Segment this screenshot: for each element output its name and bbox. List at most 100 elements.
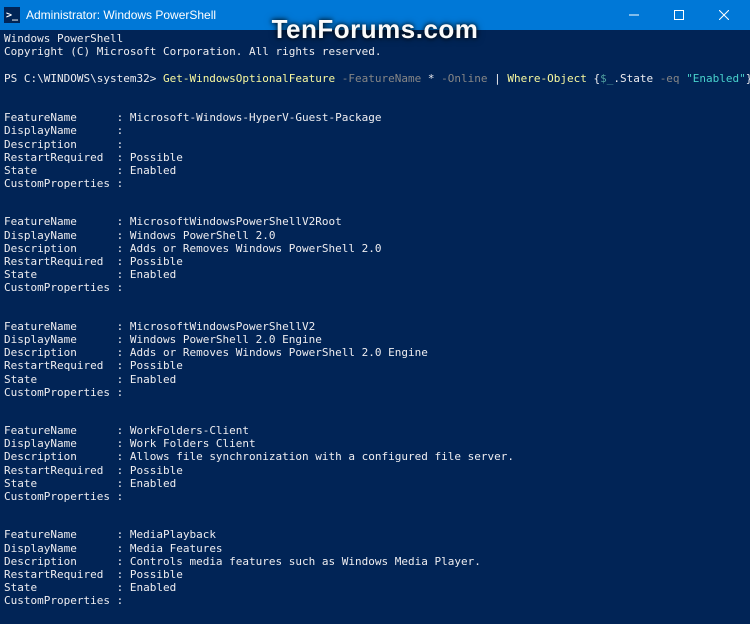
output-row: State : Enabled [4,477,746,490]
field-value: Microsoft-Windows-HyperV-Guest-Package [130,111,382,124]
output-row: DisplayName : Windows PowerShell 2.0 Eng… [4,333,746,346]
maximize-icon [674,10,684,20]
field-label: CustomProperties : [4,490,130,503]
output-row: Description : Adds or Removes Windows Po… [4,242,746,255]
field-label: State : [4,373,130,386]
output-row: CustomProperties : [4,490,746,503]
header-line: Copyright (C) Microsoft Corporation. All… [4,45,746,58]
output-row: FeatureName : MicrosoftWindowsPowerShell… [4,320,746,333]
variable: $_ [600,72,613,85]
field-value: MicrosoftWindowsPowerShellV2Root [130,215,342,228]
window-titlebar[interactable]: >_ Administrator: Windows PowerShell [0,0,750,30]
operator: -eq [660,72,687,85]
field-label: State : [4,268,130,281]
close-icon [719,10,729,20]
output-row: Description : Allows file synchronizatio… [4,450,746,463]
property: .State [613,72,659,85]
field-value: Possible [130,568,183,581]
field-value: Windows PowerShell 2.0 Engine [130,333,322,346]
close-button[interactable] [701,0,746,30]
field-label: FeatureName : [4,424,130,437]
maximize-button[interactable] [656,0,701,30]
field-value: Possible [130,151,183,164]
field-label: FeatureName : [4,215,130,228]
field-label: Description : [4,555,130,568]
output-row: CustomProperties : [4,386,746,399]
cmdlet-name: Where-Object [507,72,586,85]
field-value: Possible [130,255,183,268]
field-label: Description : [4,138,130,151]
field-value: Allows file synchronization with a confi… [130,450,514,463]
field-value: Adds or Removes Windows PowerShell 2.0 [130,242,382,255]
output-row: DisplayName : Media Features [4,542,746,555]
pipe: | [487,72,507,85]
field-label: RestartRequired : [4,151,130,164]
cmdlet-name: Get-WindowsOptionalFeature [163,72,335,85]
header-text: Windows PowerShell [4,32,123,45]
output-row: State : Enabled [4,373,746,386]
prompt-path: PS C:\WINDOWS\system32> [4,72,163,85]
window-controls [611,0,746,30]
field-label: CustomProperties : [4,386,130,399]
param-name: -FeatureName [335,72,428,85]
field-label: FeatureName : [4,320,130,333]
output-row: Description : [4,138,746,151]
output-row: RestartRequired : Possible [4,255,746,268]
field-value: MediaPlayback [130,528,216,541]
output-row: Description : Controls media features su… [4,555,746,568]
field-value: Media Features [130,542,223,555]
field-label: CustomProperties : [4,177,130,190]
minimize-button[interactable] [611,0,656,30]
field-label: DisplayName : [4,229,130,242]
field-label: DisplayName : [4,333,130,346]
brace: { [587,72,600,85]
field-value: Adds or Removes Windows PowerShell 2.0 E… [130,346,428,359]
field-value: Controls media features such as Windows … [130,555,481,568]
field-label: RestartRequired : [4,464,130,477]
output-row: FeatureName : MediaPlayback [4,528,746,541]
copyright-text: Copyright (C) Microsoft Corporation. All… [4,45,382,58]
output-row: State : Enabled [4,581,746,594]
field-label: RestartRequired : [4,359,130,372]
output-row: FeatureName : MicrosoftWindowsPowerShell… [4,215,746,228]
output-row: DisplayName : [4,124,746,137]
feature-block: FeatureName : WorkFolders-ClientDisplayN… [4,424,746,503]
field-label: CustomProperties : [4,281,130,294]
field-value: Enabled [130,373,176,386]
field-value: Windows PowerShell 2.0 [130,229,276,242]
output-row: RestartRequired : Possible [4,359,746,372]
param-name: -Online [434,72,487,85]
field-label: Description : [4,346,130,359]
field-value: Enabled [130,477,176,490]
brace: } [746,72,750,85]
feature-block: FeatureName : MicrosoftWindowsPowerShell… [4,215,746,294]
header-line: Windows PowerShell [4,32,746,45]
output-row: State : Enabled [4,164,746,177]
field-value: MicrosoftWindowsPowerShellV2 [130,320,315,333]
feature-block: FeatureName : Microsoft-Windows-HyperV-G… [4,111,746,190]
output-row: State : Enabled [4,268,746,281]
output-row: FeatureName : WorkFolders-Client [4,424,746,437]
field-label: FeatureName : [4,111,130,124]
field-label: Description : [4,450,130,463]
field-value: Possible [130,464,183,477]
console-output[interactable]: Windows PowerShellCopyright (C) Microsof… [0,30,750,624]
output-row: RestartRequired : Possible [4,568,746,581]
feature-block: FeatureName : MediaPlaybackDisplayName :… [4,528,746,607]
output-row: DisplayName : Windows PowerShell 2.0 [4,229,746,242]
output-row: Description : Adds or Removes Windows Po… [4,346,746,359]
field-label: DisplayName : [4,542,130,555]
output-row: FeatureName : Microsoft-Windows-HyperV-G… [4,111,746,124]
string-literal: "Enabled" [686,72,746,85]
output-row: DisplayName : Work Folders Client [4,437,746,450]
field-label: State : [4,164,130,177]
field-value: Work Folders Client [130,437,256,450]
output-row: CustomProperties : [4,594,746,607]
field-value: Enabled [130,581,176,594]
minimize-icon [629,10,639,20]
field-label: Description : [4,242,130,255]
window-title: Administrator: Windows PowerShell [26,8,611,22]
prompt-line: PS C:\WINDOWS\system32> Get-WindowsOptio… [4,72,746,85]
output-row: RestartRequired : Possible [4,464,746,477]
powershell-icon: >_ [4,7,20,23]
